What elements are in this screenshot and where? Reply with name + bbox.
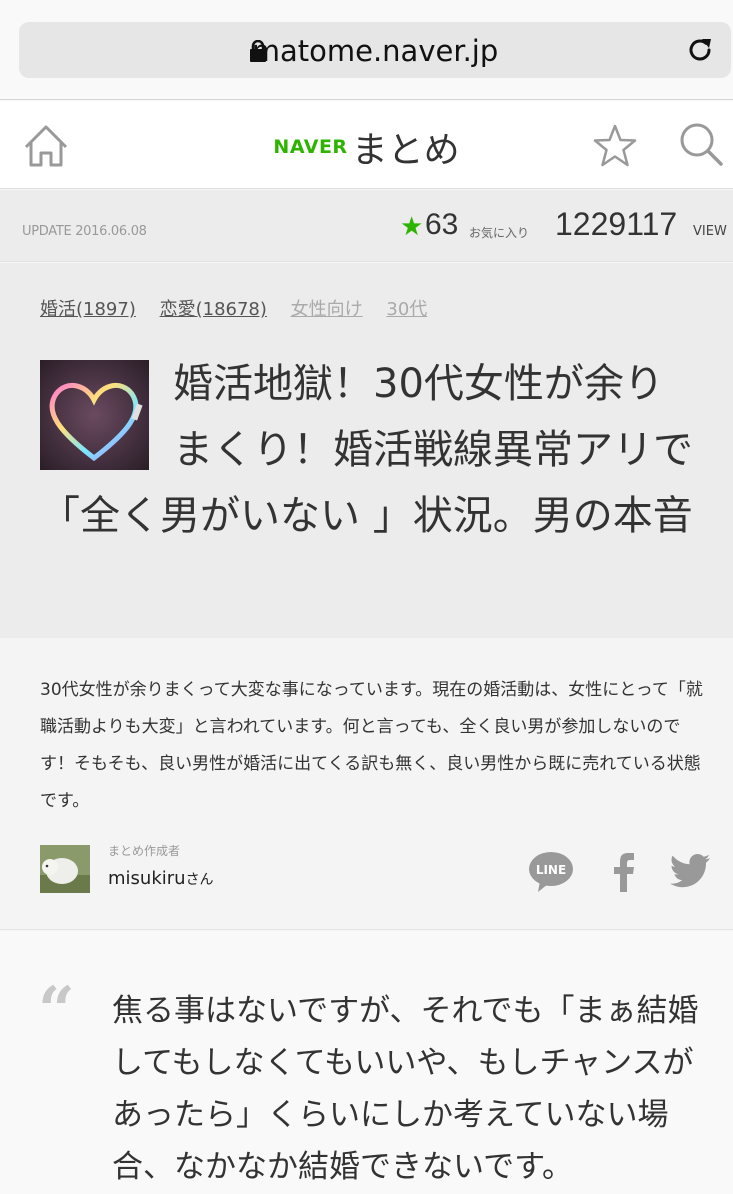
favorites-count: 63 <box>425 208 459 241</box>
quote-block: “ 焦る事はないですが、それでも「まぁ結婚してもしなくてもいいや、もしチャンスが… <box>0 931 733 1194</box>
line-share-label: LINE <box>536 863 566 877</box>
favorites-label: お気に入り <box>469 226 530 240</box>
article-title: 婚活地獄！30代女性が余りまくり！婚活戦線異常アリで「全く男がいない 」状況。男… <box>40 361 693 539</box>
search-icon[interactable] <box>678 121 724 167</box>
reload-icon[interactable] <box>685 35 715 65</box>
twitter-share-icon[interactable] <box>670 854 710 888</box>
update-date: UPDATE 2016.06.08 <box>22 224 147 239</box>
address-bar[interactable]: matome.naver.jp <box>19 22 731 78</box>
site-header: NAVER まとめ <box>0 101 733 189</box>
tag-josei-muke[interactable]: 女性向け <box>291 299 363 320</box>
view-label: VIEW <box>693 224 727 239</box>
article-summary: 30代女性が余りまくって大変な事になっています。現在の婚活動は、女性にとって「就… <box>0 638 733 930</box>
url-text[interactable]: matome.naver.jp <box>19 34 731 68</box>
quote-mark-icon: “ <box>38 973 75 1048</box>
tag-30dai[interactable]: 30代 <box>386 299 427 320</box>
article-header: 婚活(1897) 恋愛(18678) 女性向け 30代 婚活地獄！30代女性が余… <box>0 263 733 638</box>
facebook-share-icon[interactable] <box>610 852 636 892</box>
creator-label: まとめ作成者 <box>108 844 181 858</box>
logo-title: まとめ <box>351 130 460 171</box>
creator-suffix: さん <box>185 872 214 888</box>
article-description: 30代女性が余りまくって大変な事になっています。現在の婚活動は、女性にとって「就… <box>40 680 703 811</box>
meta-bar: UPDATE 2016.06.08 ★ 63 お気に入り 1229117 VIE… <box>0 190 733 262</box>
view-count: 1229117 <box>555 206 678 242</box>
favorite-star-icon[interactable] <box>592 123 638 169</box>
creator-name[interactable]: misukiruさん <box>108 868 214 889</box>
creator-avatar[interactable] <box>40 845 90 893</box>
logo-brand: NAVER <box>273 136 348 158</box>
browser-toolbar: matome.naver.jp <box>0 0 733 100</box>
tag-renai[interactable]: 恋愛(18678) <box>160 299 267 320</box>
favorites-star-icon: ★ <box>400 212 424 242</box>
tag-konkatsu[interactable]: 婚活(1897) <box>40 299 136 320</box>
line-share-icon[interactable]: LINE <box>528 851 574 893</box>
tag-list: 婚活(1897) 恋愛(18678) 女性向け 30代 <box>40 295 445 321</box>
quote-text: 焦る事はないですが、それでも「まぁ結婚してもしなくてもいいや、もしチャンスがあっ… <box>112 993 699 1185</box>
creator-username[interactable]: misukiru <box>108 868 186 889</box>
